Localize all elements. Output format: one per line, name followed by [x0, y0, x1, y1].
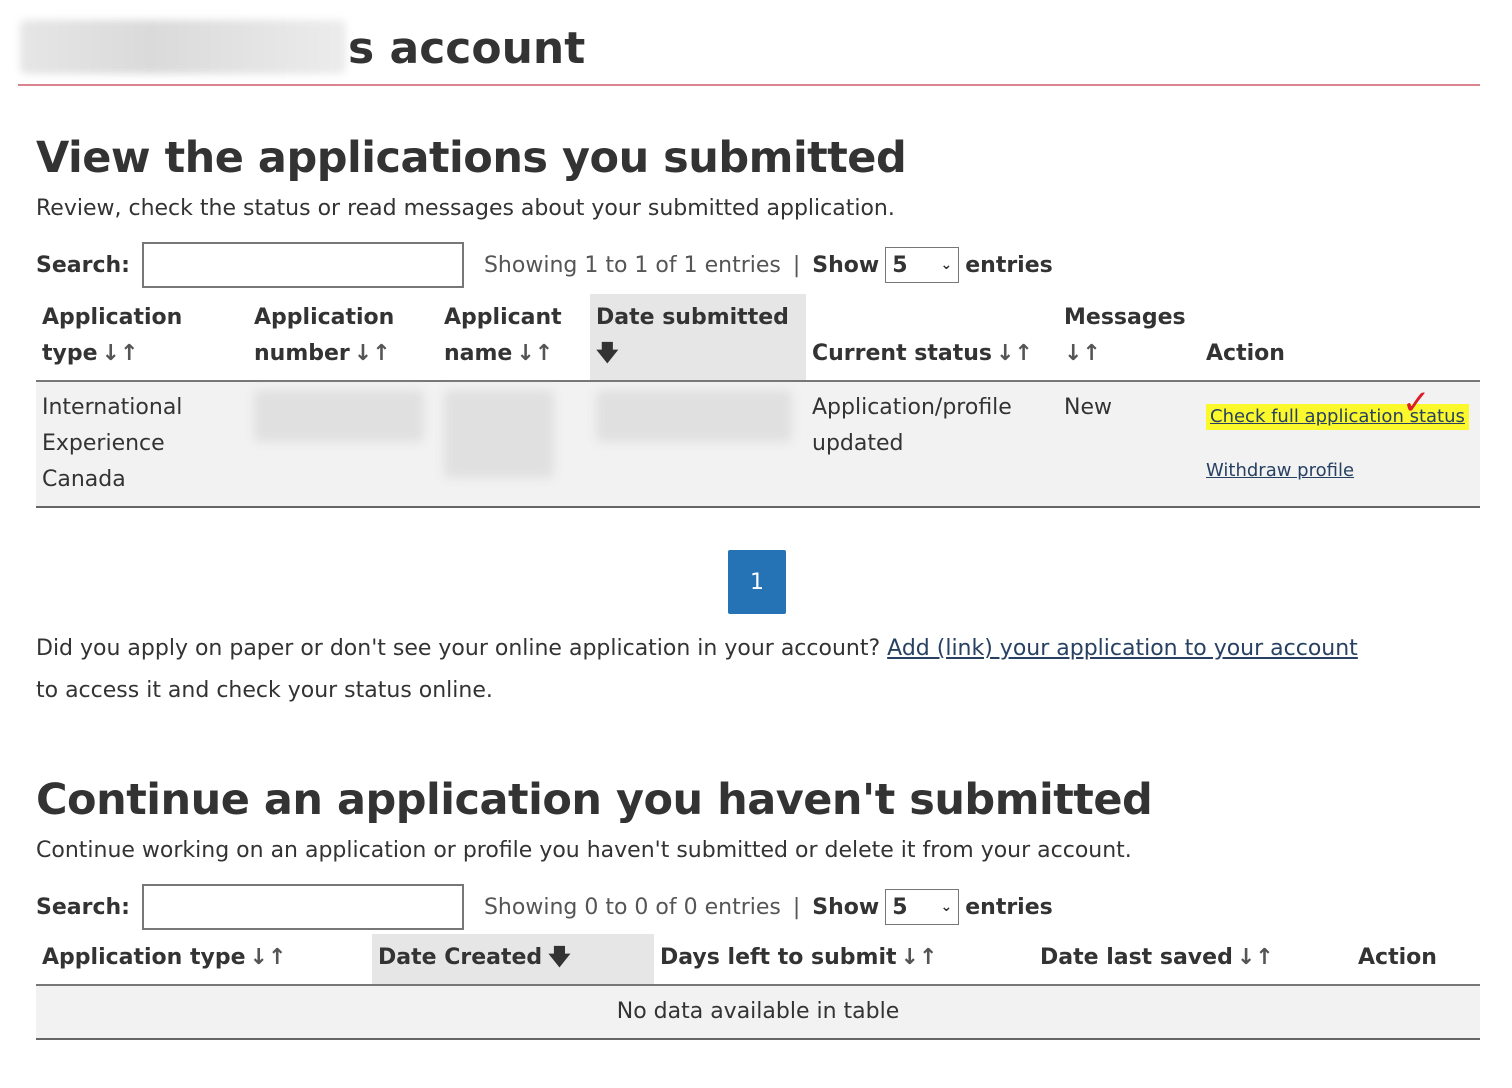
sort-both-icon: ↓↑ — [516, 341, 554, 366]
sort-both-icon: ↓↑ — [1236, 945, 1274, 970]
page-header: s account — [18, 14, 1480, 86]
table-row: No data available in table — [36, 985, 1480, 1040]
paper-note-suffix: to access it and check your status onlin… — [36, 678, 493, 703]
cell-application-type: International Experience Canada — [36, 381, 248, 508]
submitted-applications-section: View the applications you submitted Revi… — [36, 132, 1480, 703]
entries-per-page-value: 5 — [892, 252, 908, 278]
entries-per-page-select[interactable]: 5 ⌄ — [885, 247, 960, 283]
column-date-last-saved[interactable]: Date last saved ↓↑ — [1034, 934, 1352, 986]
paper-note-text: Did you apply on paper or don't see your… — [36, 636, 881, 661]
empty-table-message: No data available in table — [36, 985, 1480, 1040]
show-label: Show — [812, 894, 880, 920]
showing-entries-text: Showing 0 to 0 of 0 entries — [483, 894, 781, 920]
submitted-applications-table: Application type ↓↑ Application number ↓↑ … — [36, 294, 1480, 508]
entries-label: entries — [965, 894, 1053, 920]
column-action: Action — [1200, 294, 1480, 382]
showing-entries-text: Showing 1 to 1 of 1 entries — [483, 252, 781, 278]
entries-per-page-value: 5 — [892, 894, 908, 920]
search-input[interactable] — [141, 242, 464, 288]
messages-status[interactable]: New — [1064, 395, 1112, 420]
withdraw-profile-link[interactable]: Withdraw profile — [1206, 458, 1354, 484]
sort-both-icon: ↓↑ — [353, 341, 391, 366]
chevron-down-icon: ⌄ — [940, 899, 953, 915]
unsubmitted-table-controls: Search: Showing 0 to 0 of 0 entries | Sh… — [36, 884, 1480, 930]
redacted-name — [20, 20, 346, 74]
separator: | — [792, 894, 801, 920]
add-application-link[interactable]: Add (link) your application to your acco… — [887, 636, 1358, 661]
submitted-heading: View the applications you submitted — [36, 133, 907, 183]
page-title: s account — [348, 23, 586, 74]
column-application-type[interactable]: Application type ↓↑ — [36, 934, 372, 986]
redacted-applicant-name — [444, 390, 554, 478]
table-header-row: Application type ↓↑ Application number ↓↑ … — [36, 294, 1480, 382]
redacted-date-submitted — [596, 390, 792, 442]
checkmark-icon: ✓ — [1402, 383, 1431, 423]
entries-per-page-select[interactable]: 5 ⌄ — [885, 889, 960, 925]
cell-applicant-name — [438, 381, 590, 508]
cell-application-number — [248, 381, 438, 508]
unsubmitted-description: Continue working on an application or pr… — [36, 838, 1132, 863]
column-application-type[interactable]: Application type ↓↑ — [36, 294, 248, 382]
submitted-table-controls: Search: Showing 1 to 1 of 1 entries | Sh… — [36, 242, 1480, 288]
unsubmitted-applications-section: Continue an application you haven't subm… — [36, 774, 1480, 1040]
sort-both-icon: ↓↑ — [1064, 341, 1101, 366]
cell-action: Check full application status Withdraw p… — [1200, 381, 1480, 508]
sort-both-icon: ↓↑ — [101, 341, 139, 366]
unsubmitted-applications-table: Application type ↓↑ Date Created 🡇 Days le… — [36, 934, 1480, 1040]
search-label: Search: — [36, 252, 130, 278]
arrow-down-icon: 🡇 — [596, 341, 619, 366]
sort-both-icon: ↓↑ — [900, 945, 938, 970]
search-input[interactable] — [141, 884, 464, 930]
column-action: Action — [1352, 934, 1480, 986]
entries-label: entries — [965, 252, 1053, 278]
chevron-down-icon: ⌄ — [940, 257, 953, 273]
table-row: International Experience Canada Applicat… — [36, 381, 1480, 508]
cell-messages: New — [1058, 381, 1200, 508]
cell-date-submitted — [590, 381, 806, 508]
sort-both-icon: ↓↑ — [996, 341, 1033, 366]
column-application-number[interactable]: Application number ↓↑ — [248, 294, 438, 382]
separator: | — [792, 252, 801, 278]
cell-current-status: Application/profile updated — [806, 381, 1058, 508]
column-date-submitted[interactable]: Date submitted 🡇 — [590, 294, 806, 382]
redacted-application-number — [254, 390, 424, 442]
table-header-row: Application type ↓↑ Date Created 🡇 Days le… — [36, 934, 1480, 986]
sort-both-icon: ↓↑ — [249, 945, 287, 970]
column-days-left[interactable]: Days left to submit ↓↑ — [654, 934, 1034, 986]
column-applicant-name[interactable]: Applicant name ↓↑ — [438, 294, 590, 382]
search-label: Search: — [36, 894, 130, 920]
column-date-created[interactable]: Date Created 🡇 — [372, 934, 654, 986]
unsubmitted-heading: Continue an application you haven't subm… — [36, 775, 1153, 825]
show-label: Show — [812, 252, 880, 278]
column-messages[interactable]: Messages ↓↑ — [1058, 294, 1200, 382]
pagination-page-1[interactable]: 1 — [728, 550, 786, 614]
submitted-description: Review, check the status or read message… — [36, 196, 895, 221]
paper-application-note: Did you apply on paper or don't see your… — [36, 628, 1480, 712]
arrow-down-icon: 🡇 — [548, 945, 571, 970]
column-current-status[interactable]: Current status ↓↑ — [806, 294, 1058, 382]
